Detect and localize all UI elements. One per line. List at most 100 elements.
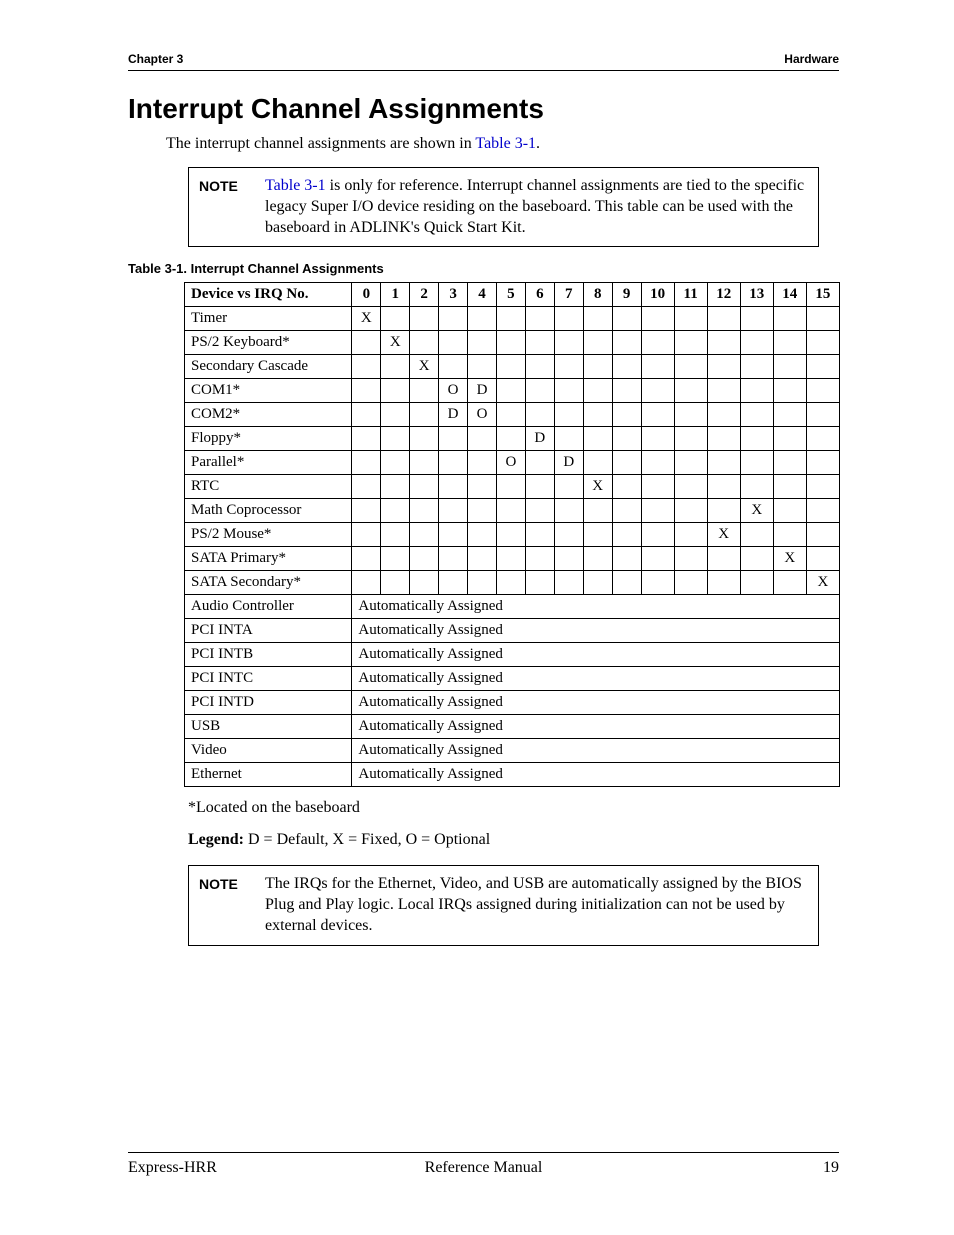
irq-table: Device vs IRQ No. 0 1 2 3 4 5 6 7 8 9 10… bbox=[184, 282, 840, 787]
irq-cell bbox=[410, 451, 439, 475]
irq-cell bbox=[641, 355, 674, 379]
irq-cell bbox=[554, 427, 583, 451]
legend-text: D = Default, X = Fixed, O = Optional bbox=[244, 831, 490, 848]
irq-cell bbox=[806, 547, 839, 571]
irq-cell bbox=[641, 523, 674, 547]
header-irq-3: 3 bbox=[439, 283, 468, 307]
irq-cell bbox=[352, 427, 381, 451]
irq-cell bbox=[674, 331, 707, 355]
table-row: Floppy*D bbox=[185, 427, 840, 451]
irq-cell bbox=[352, 403, 381, 427]
irq-cell bbox=[674, 427, 707, 451]
irq-cell bbox=[773, 499, 806, 523]
irq-cell bbox=[496, 523, 525, 547]
irq-cell bbox=[381, 475, 410, 499]
irq-cell bbox=[583, 307, 612, 331]
table-ref-link[interactable]: Table 3-1 bbox=[475, 135, 536, 152]
irq-cell bbox=[707, 547, 740, 571]
irq-cell: X bbox=[740, 499, 773, 523]
irq-cell bbox=[352, 547, 381, 571]
auto-assigned-cell: Automatically Assigned bbox=[352, 643, 840, 667]
irq-cell: D bbox=[439, 403, 468, 427]
irq-cell bbox=[525, 451, 554, 475]
irq-cell bbox=[707, 355, 740, 379]
irq-cell bbox=[740, 571, 773, 595]
device-cell: Timer bbox=[185, 307, 352, 331]
irq-cell bbox=[554, 523, 583, 547]
table-row: RTCX bbox=[185, 475, 840, 499]
irq-cell bbox=[468, 355, 497, 379]
note-label-2: NOTE bbox=[199, 874, 247, 936]
irq-cell bbox=[410, 475, 439, 499]
irq-cell bbox=[740, 307, 773, 331]
note-box-1: NOTE Table 3-1 is only for reference. In… bbox=[188, 167, 819, 247]
header-irq-2: 2 bbox=[410, 283, 439, 307]
irq-cell bbox=[525, 571, 554, 595]
irq-cell bbox=[496, 379, 525, 403]
device-cell: USB bbox=[185, 715, 352, 739]
note-box-2: NOTE The IRQs for the Ethernet, Video, a… bbox=[188, 865, 819, 945]
irq-cell bbox=[525, 475, 554, 499]
irq-cell bbox=[352, 499, 381, 523]
irq-cell bbox=[525, 331, 554, 355]
irq-cell bbox=[740, 331, 773, 355]
page-header: Chapter 3 Hardware bbox=[128, 52, 839, 71]
irq-cell bbox=[773, 307, 806, 331]
header-irq-11: 11 bbox=[674, 283, 707, 307]
irq-cell bbox=[496, 547, 525, 571]
irq-cell bbox=[583, 451, 612, 475]
intro-pre: The interrupt channel assignments are sh… bbox=[166, 135, 475, 152]
irq-cell bbox=[525, 355, 554, 379]
irq-cell bbox=[439, 547, 468, 571]
irq-cell: X bbox=[707, 523, 740, 547]
irq-cell bbox=[674, 475, 707, 499]
table-row: PS/2 Keyboard* X bbox=[185, 331, 840, 355]
irq-cell bbox=[740, 379, 773, 403]
irq-cell bbox=[352, 331, 381, 355]
irq-cell bbox=[439, 451, 468, 475]
note-table-ref-link[interactable]: Table 3-1 bbox=[265, 177, 326, 194]
irq-cell bbox=[381, 547, 410, 571]
note-text-2: The IRQs for the Ethernet, Video, and US… bbox=[265, 874, 808, 936]
irq-cell bbox=[707, 571, 740, 595]
irq-cell bbox=[468, 331, 497, 355]
header-chapter: Chapter 3 bbox=[128, 52, 183, 66]
irq-cell bbox=[468, 547, 497, 571]
intro-paragraph: The interrupt channel assignments are sh… bbox=[166, 135, 839, 153]
irq-cell bbox=[773, 475, 806, 499]
irq-cell bbox=[381, 427, 410, 451]
header-irq-13: 13 bbox=[740, 283, 773, 307]
device-cell: SATA Secondary* bbox=[185, 571, 352, 595]
irq-cell bbox=[583, 355, 612, 379]
table-caption: Table 3-1. Interrupt Channel Assignments bbox=[128, 261, 839, 276]
irq-cell bbox=[740, 523, 773, 547]
irq-cell: D bbox=[468, 379, 497, 403]
irq-cell bbox=[612, 331, 641, 355]
page-footer: Express-HRR Reference Manual 19 bbox=[128, 1152, 839, 1177]
device-cell: PCI INTA bbox=[185, 619, 352, 643]
irq-cell bbox=[352, 355, 381, 379]
irq-cell: X bbox=[806, 571, 839, 595]
irq-cell bbox=[525, 307, 554, 331]
irq-cell bbox=[525, 403, 554, 427]
irq-cell bbox=[612, 499, 641, 523]
irq-cell bbox=[410, 307, 439, 331]
irq-cell bbox=[439, 499, 468, 523]
irq-cell bbox=[439, 571, 468, 595]
irq-cell bbox=[674, 307, 707, 331]
section-title: Interrupt Channel Assignments bbox=[128, 93, 839, 125]
irq-cell bbox=[554, 475, 583, 499]
irq-cell bbox=[612, 307, 641, 331]
irq-cell bbox=[410, 547, 439, 571]
irq-cell bbox=[439, 523, 468, 547]
device-cell: COM2* bbox=[185, 403, 352, 427]
irq-cell bbox=[612, 571, 641, 595]
legend-label: Legend: bbox=[188, 831, 244, 848]
irq-cell: X bbox=[381, 331, 410, 355]
irq-cell bbox=[612, 451, 641, 475]
device-cell: RTC bbox=[185, 475, 352, 499]
auto-assigned-cell: Automatically Assigned bbox=[352, 667, 840, 691]
table-row: SATA Secondary* X bbox=[185, 571, 840, 595]
device-cell: PS/2 Keyboard* bbox=[185, 331, 352, 355]
irq-cell bbox=[641, 307, 674, 331]
